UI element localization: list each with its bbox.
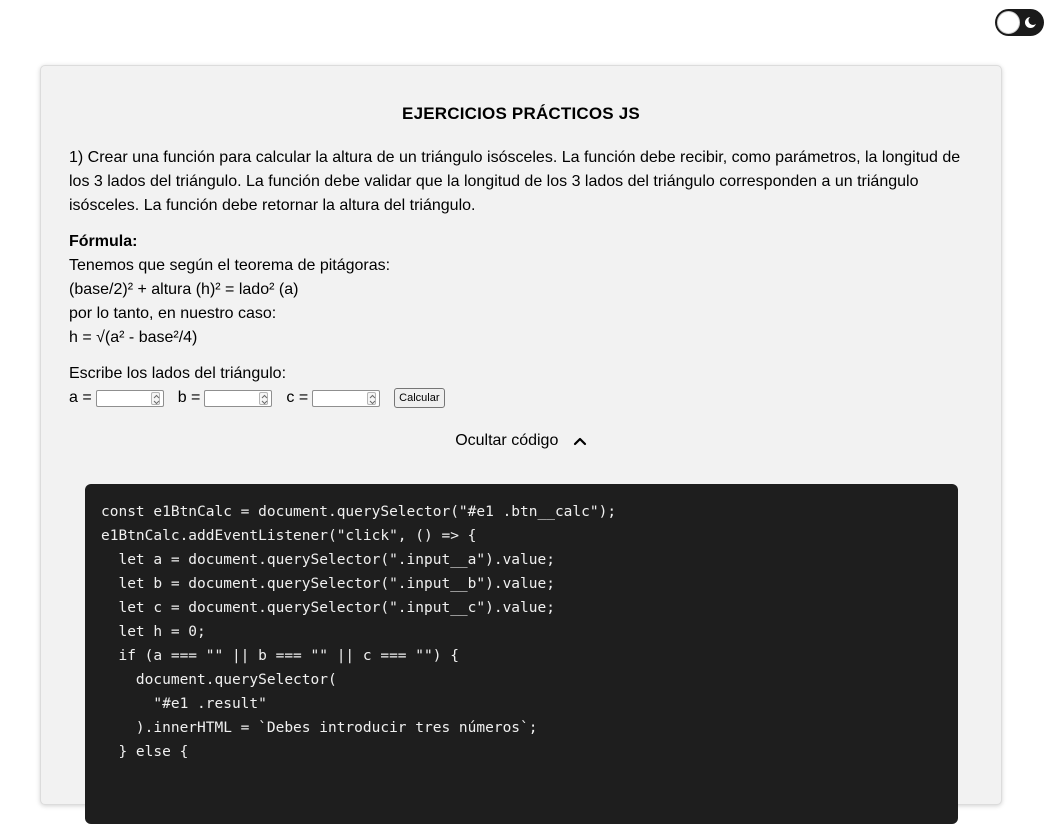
code-line: const e1BtnCalc = document.querySelector… xyxy=(101,504,617,520)
inputs-row: a = b = c = Calcular xyxy=(69,387,445,409)
formula-line: Tenemos que según el teorema de pitágora… xyxy=(69,257,391,274)
exercise-card: EJERCICIOS PRÁCTICOS JS 1) Crear una fun… xyxy=(40,65,1002,824)
spinner-icon[interactable] xyxy=(150,391,160,405)
code-content: const e1BtnCalc = document.querySelector… xyxy=(101,500,942,764)
code-line: if (a === "" || b === "" || c === "") { xyxy=(101,648,459,664)
exercise-description: 1) Crear una función para calcular la al… xyxy=(69,149,961,214)
formula-line: por lo tanto, en nuestro caso: xyxy=(69,305,277,322)
spinner-icon[interactable] xyxy=(259,391,269,405)
input-b-field[interactable] xyxy=(204,389,273,407)
formula-line: h = √(a² - base²/4) xyxy=(69,329,198,346)
formula-line: (base/2)² + altura (h)² = lado² (a) xyxy=(69,281,299,298)
code-line: "#e1 .result" xyxy=(101,696,267,712)
code-line: let h = 0; xyxy=(101,624,206,640)
toggle-code-label: Ocultar código xyxy=(455,432,559,449)
inputs-prompt: Escribe los lados del triángulo: xyxy=(69,365,287,382)
theme-toggle[interactable] xyxy=(995,9,1044,36)
input-a-field[interactable] xyxy=(95,389,164,407)
code-line: ).innerHTML = `Debes introducir tres núm… xyxy=(101,720,538,736)
toggle-code-button[interactable]: Ocultar código xyxy=(41,432,1001,450)
spinner-icon[interactable] xyxy=(367,391,377,405)
input-c-field[interactable] xyxy=(312,389,381,407)
code-line: let c = document.querySelector(".input__… xyxy=(101,600,555,616)
calculate-button[interactable]: Calcular xyxy=(394,388,445,408)
input-c-label: c = xyxy=(286,389,309,406)
formula-label: Fórmula: xyxy=(69,233,138,250)
input-b-label: b = xyxy=(177,389,201,406)
code-line: document.querySelector( xyxy=(101,672,337,688)
moon-icon xyxy=(1025,16,1037,28)
toggle-knob xyxy=(997,11,1020,34)
code-line: let a = document.querySelector(".input__… xyxy=(101,552,555,568)
chevron-up-icon xyxy=(573,437,586,445)
input-a-label: a = xyxy=(69,389,92,406)
page-title: EJERCICIOS PRÁCTICOS JS xyxy=(402,104,640,123)
code-line: e1BtnCalc.addEventListener("click", () =… xyxy=(101,528,477,544)
code-line: let b = document.querySelector(".input__… xyxy=(101,576,555,592)
formula-section: Fórmula: Tenemos que según el teorema de… xyxy=(69,230,769,350)
code-block: const e1BtnCalc = document.querySelector… xyxy=(85,484,958,824)
code-line: } else { xyxy=(101,744,189,760)
